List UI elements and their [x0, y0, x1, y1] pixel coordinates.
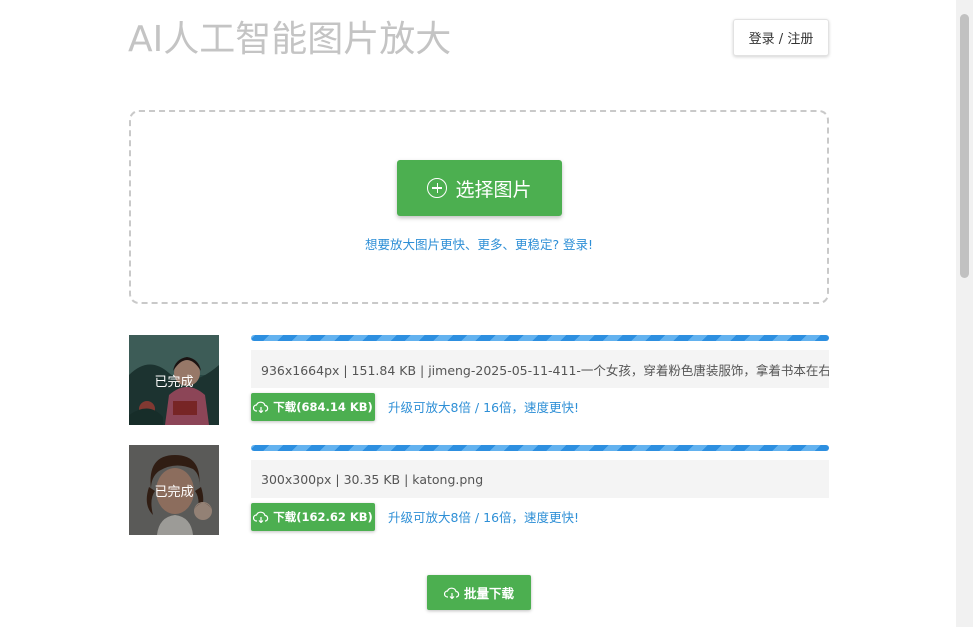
- page: AI人工智能图片放大 登录 / 注册 选择图片 想要放大图片更快、更多、更稳定?…: [0, 0, 973, 627]
- upgrade-link[interactable]: 升级可放大8倍 / 16倍，速度更快!: [388, 507, 579, 526]
- download-label: 下载(684.14 KB): [273, 400, 373, 414]
- download-button[interactable]: 下载(684.14 KB): [251, 393, 375, 421]
- choose-image-label: 选择图片: [455, 178, 532, 201]
- batch-download-button[interactable]: 批量下载: [427, 575, 531, 610]
- result-thumbnail: 已完成: [129, 335, 219, 425]
- login-register-button[interactable]: 登录 / 注册: [733, 19, 829, 56]
- upgrade-link[interactable]: 升级可放大8倍 / 16倍，速度更快!: [388, 397, 579, 416]
- download-button[interactable]: 下载(162.62 KB): [251, 503, 375, 531]
- login-hint-link[interactable]: 想要放大图片更快、更多、更稳定? 登录!: [131, 234, 827, 253]
- vertical-scrollbar[interactable]: [956, 0, 973, 627]
- status-overlay: 已完成: [129, 335, 219, 425]
- status-overlay: 已完成: [129, 445, 219, 535]
- scrollbar-thumb[interactable]: [960, 14, 969, 278]
- result-item: 已完成 300x300px | 30.35 KB | katong.png 下载…: [129, 445, 829, 535]
- app-title: AI人工智能图片放大: [128, 19, 452, 60]
- progress-bar: [251, 335, 829, 341]
- image-info: 936x1664px | 151.84 KB | jimeng-2025-05-…: [251, 350, 829, 388]
- cloud-download-icon: [253, 511, 269, 523]
- download-label: 下载(162.62 KB): [273, 510, 373, 524]
- cloud-download-icon: [253, 401, 269, 413]
- plus-circle-icon: [427, 178, 448, 198]
- batch-download-label: 批量下载: [463, 586, 514, 601]
- upload-dropzone[interactable]: 选择图片 想要放大图片更快、更多、更稳定? 登录!: [129, 110, 829, 304]
- result-item: 已完成 936x1664px | 151.84 KB | jimeng-2025…: [129, 335, 829, 425]
- image-info: 300x300px | 30.35 KB | katong.png: [251, 460, 829, 498]
- cloud-download-icon: [443, 587, 460, 599]
- progress-bar: [251, 445, 829, 451]
- choose-image-button[interactable]: 选择图片: [397, 160, 562, 216]
- result-thumbnail: 已完成: [129, 445, 219, 535]
